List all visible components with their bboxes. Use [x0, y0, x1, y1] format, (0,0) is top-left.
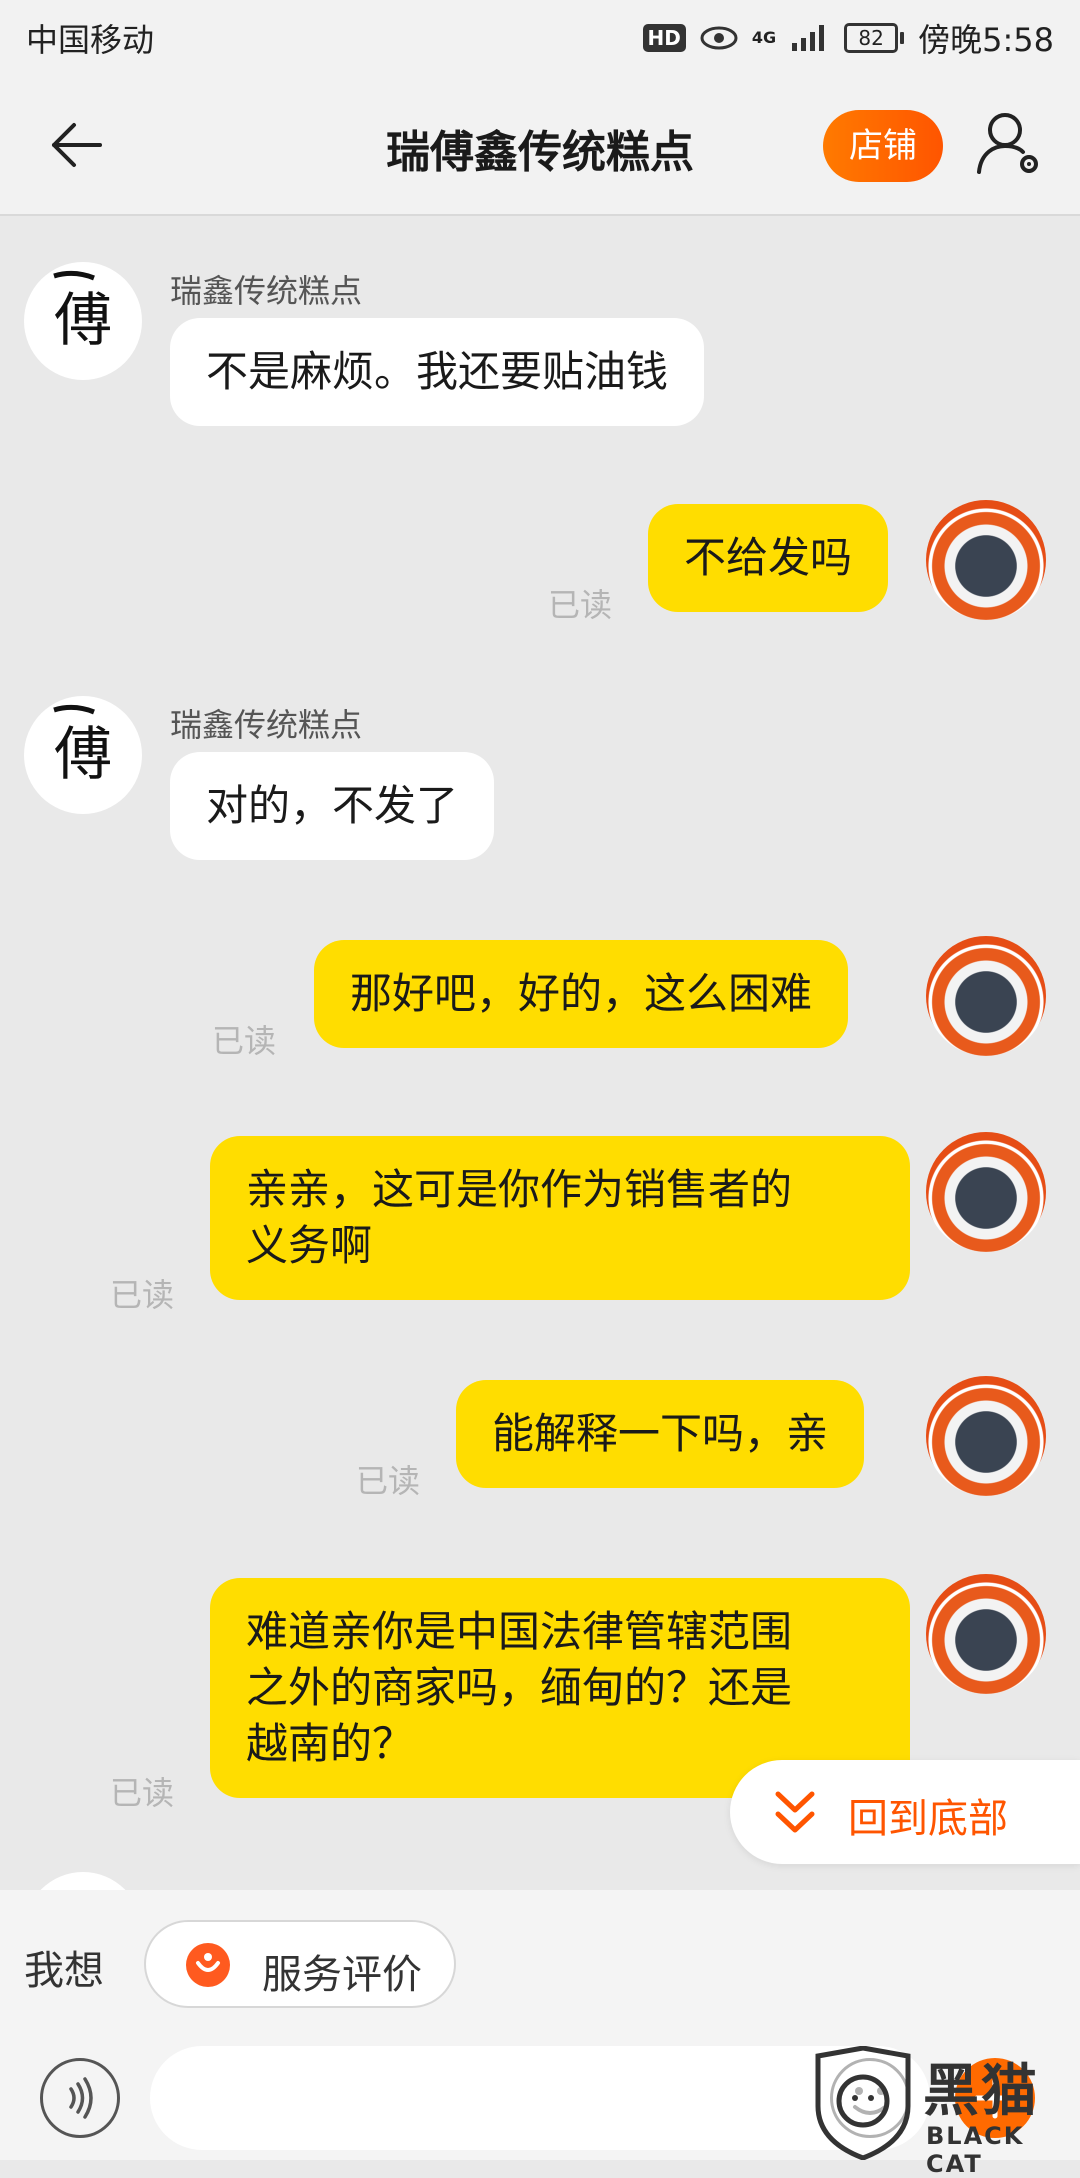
double-chevron-down-icon: [775, 1791, 815, 1833]
message-bubble-outgoing[interactable]: 那好吧，好的，这么困难: [314, 940, 849, 1048]
user-avatar[interactable]: [926, 1574, 1046, 1694]
read-status: 已读: [110, 1276, 175, 1314]
seller-avatar[interactable]: 傅: [24, 696, 142, 814]
status-bar: 中国移动 HD 4G 82 傍晚5:58: [0, 0, 1080, 76]
status-icons: HD 4G 82 傍晚5:58: [642, 15, 1054, 61]
watermark-subtext: BLACK CAT: [926, 2122, 1025, 2178]
battery-level: 82: [844, 23, 899, 53]
chat-area[interactable]: 傅 瑞鑫传统糕点 不是麻烦。我还要贴油钱 已读 不给发吗 傅 瑞鑫传统糕点 对的…: [0, 218, 1080, 1890]
svg-text:傅: 傅: [54, 286, 112, 354]
read-status: 已读: [212, 1022, 277, 1060]
watermark-text: 黑猫: [923, 2059, 1039, 2124]
network-type: 4G: [751, 28, 777, 47]
signal-icon: [792, 25, 825, 51]
voice-icon[interactable]: [40, 2058, 120, 2138]
review-icon: [186, 1943, 230, 1987]
calligraphy-logo-icon: 傅: [53, 704, 112, 788]
message-line: 之外的商家吗，缅甸的？还是: [246, 1663, 793, 1712]
message-bubble-incoming[interactable]: 对的，不发了: [170, 752, 495, 860]
shop-button[interactable]: 店铺: [823, 110, 943, 182]
user-avatar[interactable]: [926, 500, 1046, 620]
quick-action-label: 我想: [24, 1948, 104, 1994]
clock: 傍晚5:58: [918, 21, 1054, 59]
seller-avatar[interactable]: 傅: [24, 262, 142, 380]
carrier-name: 中国移动: [26, 21, 155, 59]
message-bubble-outgoing[interactable]: 不给发吗: [648, 504, 889, 612]
quick-action-bar: 我想 服务评价: [0, 1890, 1080, 2036]
eye-icon: [700, 26, 738, 50]
back-to-bottom-button[interactable]: 回到底部: [730, 1760, 1080, 1864]
message-bubble-outgoing[interactable]: 能解释一下吗，亲: [456, 1380, 865, 1488]
user-avatar[interactable]: [926, 1132, 1046, 1252]
read-status: 已读: [110, 1774, 175, 1812]
message-line: 难道亲你是中国法律管辖范围: [246, 1607, 793, 1656]
black-cat-watermark: 黑猫 BLACK CAT: [808, 2045, 1080, 2178]
service-review-label: 服务评价: [262, 1952, 422, 1998]
read-status: 已读: [356, 1462, 421, 1500]
cat-shield-icon: [815, 2045, 911, 2161]
seller-avatar[interactable]: [24, 1872, 142, 1890]
message-line: 义务啊: [246, 1221, 373, 1270]
sender-name: 瑞鑫传统糕点: [170, 706, 363, 744]
nav-bar: 瑞傅鑫传统糕点 店铺: [0, 76, 1080, 216]
read-status: 已读: [548, 586, 613, 624]
sender-name: 瑞鑫传统糕点: [170, 272, 363, 310]
message-bubble-outgoing[interactable]: 亲亲，这可是你作为销售者的 义务啊: [210, 1136, 910, 1300]
back-to-bottom-label: 回到底部: [848, 1796, 1008, 1842]
user-avatar[interactable]: [926, 1376, 1046, 1496]
message-line: 亲亲，这可是你作为销售者的: [246, 1165, 793, 1214]
calligraphy-logo-icon: 傅: [53, 270, 112, 354]
service-review-chip[interactable]: 服务评价: [144, 1920, 456, 2008]
svg-text:傅: 傅: [54, 720, 112, 788]
message-bubble-incoming[interactable]: 不是麻烦。我还要贴油钱: [170, 318, 705, 426]
battery-icon: 82: [844, 23, 905, 53]
user-avatar[interactable]: [926, 936, 1046, 1056]
hd-icon: HD: [642, 24, 686, 52]
user-settings-icon[interactable]: [975, 108, 1043, 180]
